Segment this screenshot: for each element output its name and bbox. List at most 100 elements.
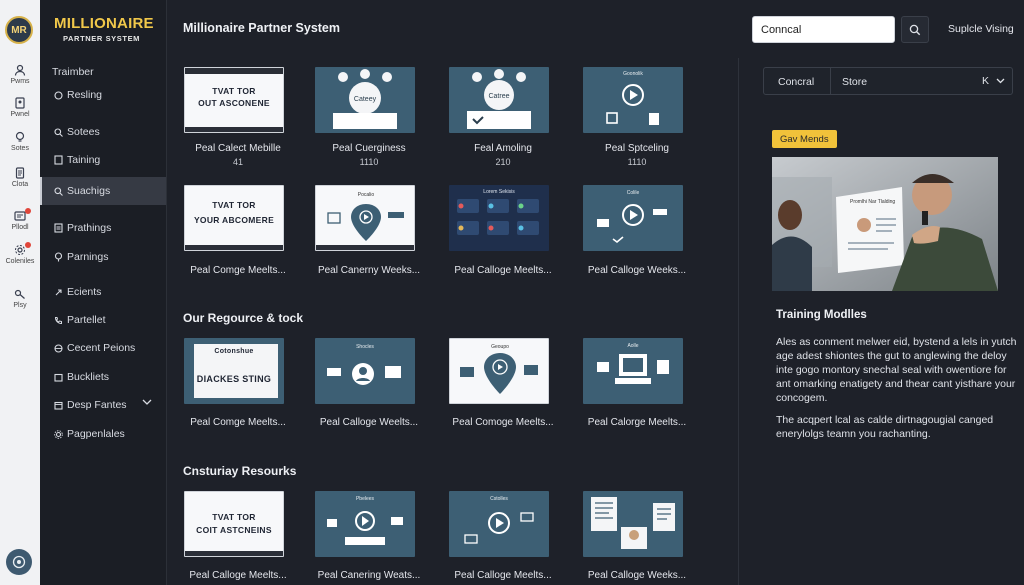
sidebar-item-desp-fantes[interactable]: Desp Fantes — [40, 391, 166, 419]
panel-divider — [738, 58, 739, 585]
sidebar-item-label: Ecients — [67, 286, 102, 298]
thumb-text: TVAT TOR — [212, 86, 256, 96]
thumb-header — [185, 68, 283, 74]
hero-photo: Promlhi Nar Tlalding — [772, 157, 998, 291]
help-button[interactable] — [6, 549, 32, 575]
thumb-text: Aolle — [627, 343, 638, 349]
notification-dot — [25, 242, 31, 248]
sidebar-item-label: Desp Fantes — [67, 399, 127, 411]
card-caption: Peal Comge Meelts... — [190, 265, 286, 276]
sidebar-item-label: Traimber — [52, 66, 94, 78]
card-caption: Peal Calloge Weeks... — [587, 265, 687, 276]
sidebar-item-ecients[interactable]: Ecients — [40, 278, 166, 306]
card-thumbnail: Cotonshue DIACKES STING — [184, 338, 284, 404]
rail-label: Plsy — [13, 302, 27, 309]
play-icon: Pbelees — [327, 496, 403, 545]
sidebar: MILLIONAIRE PARTNER SYSTEM Traimber Resl… — [40, 0, 167, 585]
thumb-bar — [185, 551, 283, 556]
sidebar-item-resling[interactable]: Resling — [40, 81, 166, 109]
card-caption: Peal Calloge Weelts... — [319, 417, 419, 428]
card-thumbnail: Shocles — [315, 338, 415, 404]
thumb-text: Shocles — [356, 344, 374, 350]
thumb-text: TVAT TOR — [212, 200, 256, 210]
featured-badge[interactable]: Gav Mends — [772, 130, 837, 148]
rail-item-pllodl[interactable]: Pllodl — [0, 208, 40, 231]
sidebar-item-label: Resling — [67, 89, 103, 101]
thumb-text: YOUR ABCOMERE — [193, 215, 275, 225]
chevron-down-icon[interactable] — [142, 399, 152, 406]
card-thumbnail: Aolle — [583, 338, 683, 404]
search-input[interactable] — [752, 16, 895, 43]
thumb-text: TVAT TOR — [212, 512, 256, 522]
rail-item-plsy[interactable]: Plsy — [0, 288, 40, 309]
thumb-bar — [185, 245, 283, 250]
thumb-text: COIT ASTCNEINS — [196, 525, 272, 535]
sidebar-item-cecent-peions[interactable]: Cecent Peions — [40, 334, 166, 362]
card-count: 210 — [495, 157, 511, 167]
card-caption: Peal Calloge Meelts... — [189, 570, 287, 581]
section-title: Our Regource & tock — [183, 311, 304, 325]
sidebar-item-sotees[interactable]: Sotees — [40, 118, 166, 146]
rail-item-sotes[interactable]: Sotes — [0, 131, 40, 152]
rail-label: Pwms — [10, 78, 30, 85]
card-count: 1110 — [359, 157, 379, 167]
sidebar-item-prathings[interactable]: Prathings — [40, 214, 166, 242]
thumb-text: Geoupo — [491, 344, 509, 350]
section-title: Cnsturiay Resourks — [183, 464, 297, 478]
logo-badge[interactable]: MR — [5, 16, 33, 44]
network-icon: Catree — [467, 69, 531, 129]
sidebar-item-label: Taining — [67, 154, 101, 166]
panel-paragraph: The acqpert lcal as calde dirtnagougial … — [776, 414, 994, 440]
document-icon — [15, 167, 25, 179]
card-thumbnail: Cstolles — [449, 491, 549, 557]
page-title: Millionaire Partner System — [183, 21, 341, 35]
card-thumbnail: Pbelees — [315, 491, 415, 557]
icon-rail: MR Pwms Pwnel Sotes Clota Pllodl Colenil… — [0, 0, 40, 585]
filter-option-b[interactable]: Store — [842, 76, 867, 88]
search-button[interactable] — [901, 16, 929, 43]
sidebar-item-suachigs[interactable]: Suachigs — [40, 177, 166, 205]
sidebar-item-taining[interactable]: Taining — [40, 146, 166, 174]
thumb-text: Pocalio — [358, 192, 375, 198]
search-icon — [52, 126, 64, 138]
sidebar-item-label: Prathings — [67, 222, 112, 234]
rail-item-coleniles[interactable]: Coleniles — [0, 242, 40, 265]
card-thumbnail: Colile — [583, 185, 683, 251]
sidebar-item-partellet[interactable]: Partellet — [40, 306, 166, 334]
header-link[interactable]: Suplcle Vising — [948, 23, 1014, 35]
rail-item-pwnel[interactable]: Pwnel — [0, 97, 40, 118]
search-icon — [909, 24, 921, 35]
card-thumbnail: TVAT TOR OUT ASCONENE — [184, 67, 284, 133]
card-caption: Peal Calorge Meelts... — [587, 417, 687, 428]
card-thumbnail: TVAT TOR YOUR ABCOMERE — [184, 185, 284, 251]
card-caption: Feal Amoling — [474, 143, 532, 154]
document-person-icon — [591, 497, 675, 549]
card-caption: Peal Comge Meelts... — [190, 417, 286, 428]
sidebar-item-pagpenlales[interactable]: Pagpenlales — [40, 420, 166, 448]
filter-option-a[interactable]: Concral — [778, 76, 814, 88]
card-caption: Peal Sptceling — [605, 143, 669, 154]
brand-title: MILLIONAIRE — [54, 15, 154, 32]
sidebar-item-parnings[interactable]: Parnings — [40, 243, 166, 271]
network-icon: Cateey — [333, 69, 397, 129]
filter-separator — [830, 68, 831, 94]
link-icon — [52, 286, 64, 298]
rail-item-clota[interactable]: Clota — [0, 167, 40, 188]
card-caption: Peal Comoge Meelts... — [452, 417, 554, 428]
chevron-down-icon[interactable] — [996, 78, 1005, 84]
card-caption: Peal Calect Mebille — [195, 143, 281, 154]
filter-option-c[interactable]: K — [982, 75, 989, 87]
rail-item-pwms[interactable]: Pwms — [0, 64, 40, 85]
sidebar-item-label: Parnings — [67, 251, 109, 263]
doc-icon — [52, 222, 64, 234]
thumb-text: Catree — [488, 93, 509, 100]
pin-icon — [52, 251, 64, 263]
card-caption: Peal Cuerginess — [332, 143, 406, 154]
play-icon: Goonolik — [606, 71, 659, 125]
sidebar-item-label: Sotees — [67, 126, 100, 138]
thumb-bar — [316, 245, 414, 250]
brand-subtitle: PARTNER SYSTEM — [63, 34, 141, 43]
document-icon — [52, 154, 64, 166]
card-caption: Peal Canering Weats... — [317, 570, 421, 581]
sidebar-item-buckliets[interactable]: Buckliets — [40, 363, 166, 391]
